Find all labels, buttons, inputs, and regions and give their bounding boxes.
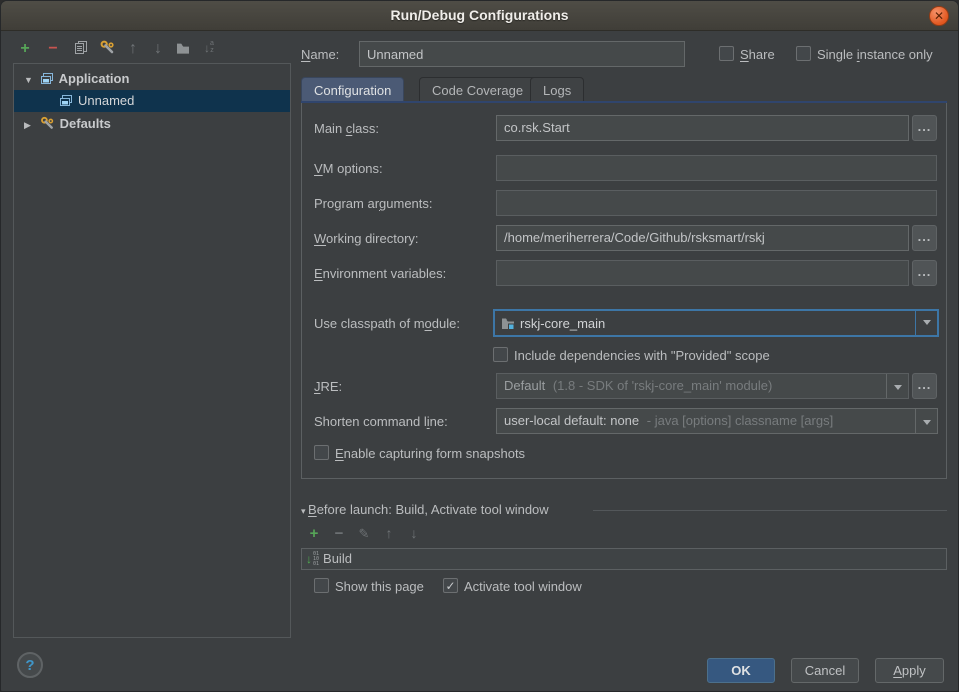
activate-tool-window-checkbox[interactable]: ✓	[443, 578, 458, 593]
before-launch-add-icon[interactable]: +	[304, 525, 324, 543]
main-class-browse-button[interactable]: ...	[912, 115, 937, 141]
program-arguments-label: Program arguments:	[314, 196, 433, 211]
dropdown-arrow-icon[interactable]	[886, 374, 908, 398]
main-class-label: Main class:	[314, 121, 379, 136]
tree-item-unnamed[interactable]: Unnamed	[14, 90, 290, 112]
apply-button[interactable]: Apply	[875, 658, 944, 683]
module-combobox[interactable]: rskj-core_main	[493, 309, 939, 337]
include-provided-label: Include dependencies with "Provided" sco…	[514, 348, 770, 363]
tree-group-label: Application	[59, 71, 130, 86]
include-provided-checkbox[interactable]	[493, 347, 508, 362]
section-divider	[593, 510, 947, 511]
run-debug-configurations-dialog: Run/Debug Configurations ✕ + − ↑ ↓ ↓az ▼	[0, 0, 959, 692]
vm-options-label: VM options:	[314, 161, 383, 176]
form-snapshots-label: Enable capturing form snapshots	[335, 446, 525, 461]
before-launch-move-up-icon[interactable]: ↑	[379, 525, 399, 543]
before-launch-edit-icon[interactable]: ✎	[354, 525, 374, 543]
expand-arrow-icon[interactable]: ▶	[24, 114, 36, 136]
name-input[interactable]	[359, 41, 685, 67]
working-directory-browse-button[interactable]: ...	[912, 225, 937, 251]
single-instance-label: Single instance only	[817, 47, 933, 62]
application-type-icon	[59, 94, 73, 107]
build-task-label: Build	[323, 551, 352, 566]
shorten-command-line-label: Shorten command line:	[314, 414, 448, 429]
add-configuration-icon[interactable]: +	[15, 40, 35, 58]
name-label: Name:	[301, 47, 339, 62]
sort-alphabetically-icon[interactable]: ↓az	[199, 40, 219, 58]
form-snapshots-checkbox[interactable]	[314, 445, 329, 460]
help-button[interactable]: ?	[17, 652, 43, 678]
tab-logs[interactable]: Logs	[530, 77, 584, 102]
jre-browse-button[interactable]: ...	[912, 373, 937, 399]
show-this-page-checkbox[interactable]	[314, 578, 329, 593]
dropdown-arrow-icon[interactable]	[915, 311, 937, 335]
copy-configuration-icon[interactable]	[71, 40, 91, 58]
before-launch-task-build[interactable]: ↓011001 Build	[301, 548, 947, 570]
dropdown-arrow-icon[interactable]	[915, 409, 937, 433]
working-directory-label: Working directory:	[314, 231, 419, 246]
tab-code-coverage[interactable]: Code Coverage	[419, 77, 536, 102]
move-down-icon[interactable]: ↓	[148, 40, 168, 58]
use-classpath-label: Use classpath of module:	[314, 316, 460, 331]
share-checkbox[interactable]	[719, 46, 734, 61]
jre-combobox[interactable]: Default (1.8 - SDK of 'rskj-core_main' m…	[496, 373, 909, 399]
main-class-field[interactable]: co.rsk.Start	[496, 115, 909, 141]
jre-value: Default	[504, 378, 545, 393]
edit-templates-wrench-icon[interactable]	[97, 40, 117, 58]
shorten-value-detail: - java [options] classname [args]	[647, 413, 833, 428]
move-up-icon[interactable]: ↑	[123, 40, 143, 58]
module-icon	[501, 317, 515, 330]
build-task-icon: ↓011001	[306, 551, 319, 567]
dialog-title: Run/Debug Configurations	[1, 7, 958, 23]
configurations-tree: ▼ Application Unnamed ▶	[13, 63, 291, 638]
collapse-arrow-icon[interactable]: ▼	[24, 69, 36, 91]
tab-configuration[interactable]: Configuration	[301, 77, 404, 102]
environment-variables-field[interactable]	[496, 260, 909, 286]
jre-value-detail: (1.8 - SDK of 'rskj-core_main' module)	[553, 378, 773, 393]
share-label: Share	[740, 47, 775, 62]
environment-variables-browse-button[interactable]: ...	[912, 260, 937, 286]
tree-item-label: Unnamed	[78, 93, 134, 108]
tree-group-label: Defaults	[60, 116, 111, 131]
application-type-icon	[40, 72, 54, 85]
before-launch-remove-icon[interactable]: −	[329, 525, 349, 543]
show-this-page-label: Show this page	[335, 579, 424, 594]
shorten-command-line-combobox[interactable]: user-local default: none - java [options…	[496, 408, 938, 434]
vm-options-field[interactable]	[496, 155, 937, 181]
cancel-button[interactable]: Cancel	[791, 658, 859, 683]
environment-variables-label: Environment variables:	[314, 266, 446, 281]
single-instance-checkbox[interactable]	[796, 46, 811, 61]
close-icon[interactable]: ✕	[929, 6, 949, 26]
tree-group-application[interactable]: ▼ Application	[14, 68, 290, 90]
tree-group-defaults[interactable]: ▶ Defaults	[14, 113, 290, 135]
before-launch-move-down-icon[interactable]: ↓	[404, 525, 424, 543]
before-launch-header[interactable]: ▾ Before launch: Build, Activate tool wi…	[301, 502, 549, 517]
title-bar: Run/Debug Configurations ✕	[1, 1, 958, 31]
defaults-wrench-icon	[40, 116, 55, 130]
activate-tool-window-label: Activate tool window	[464, 579, 582, 594]
shorten-value: user-local default: none	[504, 413, 639, 428]
working-directory-combo[interactable]: /home/meriherrera/Code/Github/rsksmart/r…	[496, 225, 909, 251]
remove-configuration-icon[interactable]: −	[43, 40, 63, 58]
module-combobox-value: rskj-core_main	[520, 316, 605, 331]
jre-label: JRE:	[314, 379, 342, 394]
ok-button[interactable]: OK	[707, 658, 775, 683]
new-folder-icon[interactable]	[173, 40, 193, 58]
program-arguments-field[interactable]	[496, 190, 937, 216]
